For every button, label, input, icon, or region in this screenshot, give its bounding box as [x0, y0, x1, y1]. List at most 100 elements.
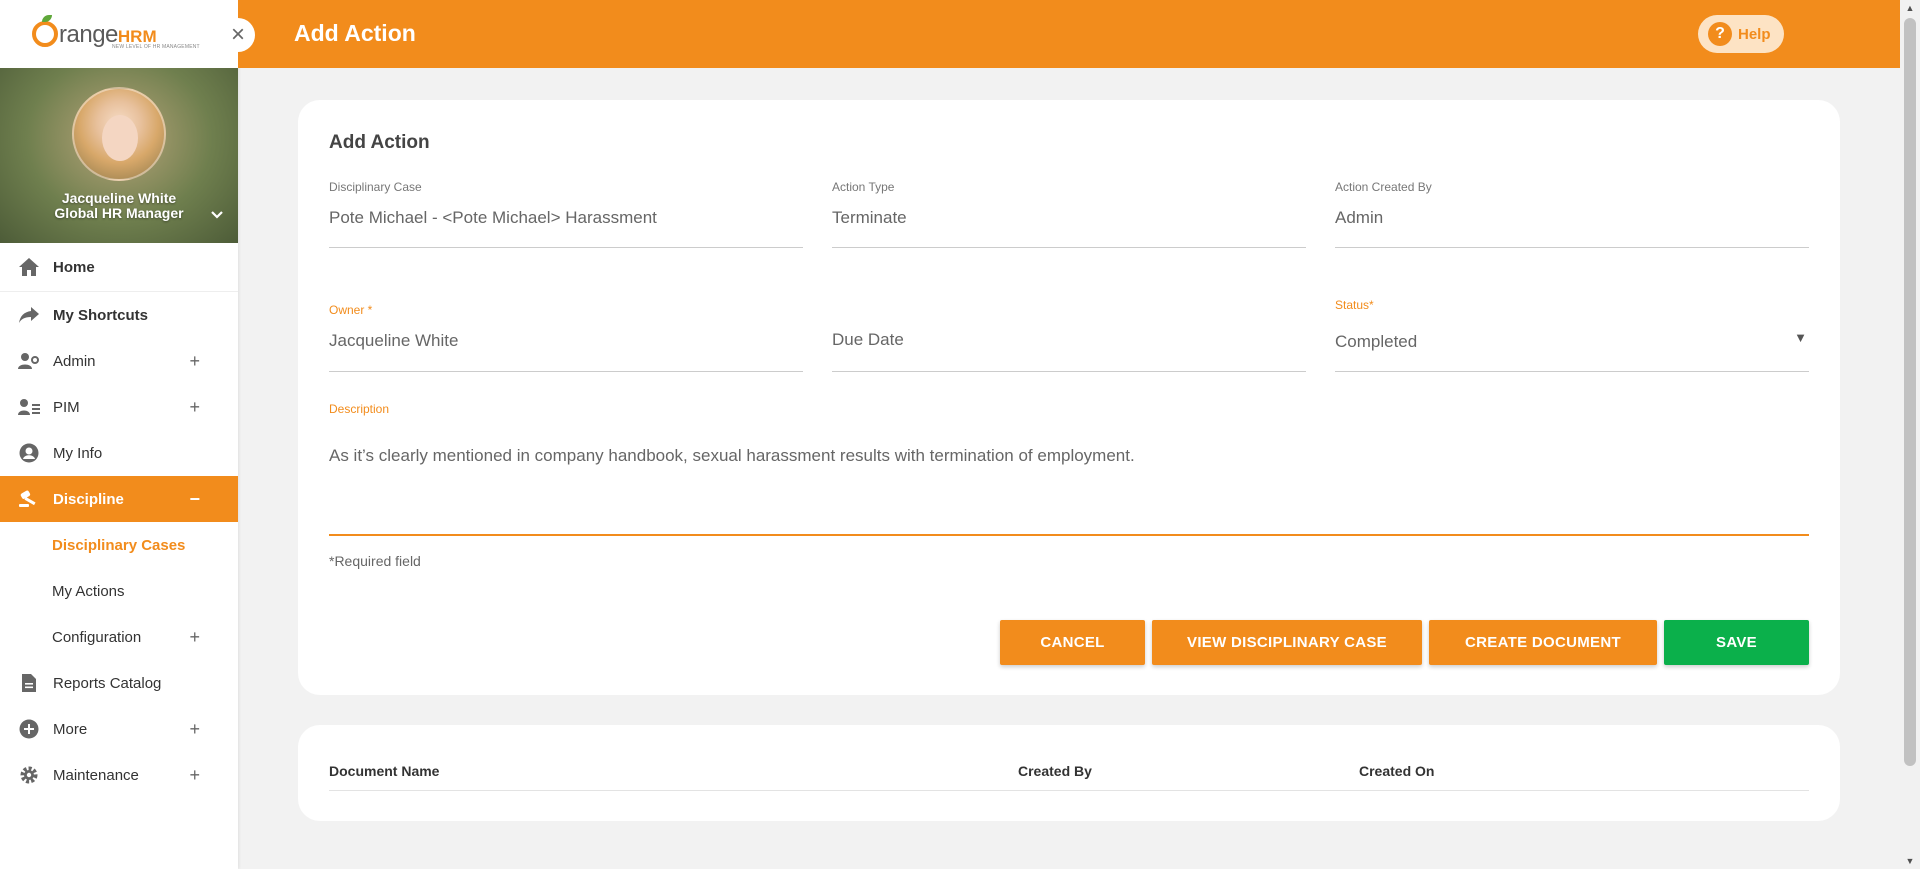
required-field-note: *Required field: [329, 553, 421, 569]
action-created-by-field[interactable]: Action Created By Admin: [1335, 180, 1809, 248]
sidebar-item-label: Maintenance: [53, 766, 139, 784]
sidebar-item-discipline[interactable]: Discipline −: [0, 476, 238, 522]
field-label: Action Created By: [1335, 180, 1432, 194]
sidebar-subitem-label: Disciplinary Cases: [52, 536, 186, 554]
sidebar-item-reports-catalog[interactable]: Reports Catalog: [0, 660, 238, 706]
sidebar-item-label: More: [53, 720, 88, 738]
table-header-divider: [329, 790, 1809, 791]
question-icon: ?: [1708, 22, 1732, 46]
field-value: Pote Michael - <Pote Michael> Harassment: [329, 208, 657, 227]
sidebar-item-label: My Shortcuts: [53, 306, 149, 324]
sidebar-item-label: Discipline: [53, 490, 124, 508]
scrollbar-thumb[interactable]: [1904, 18, 1916, 766]
field-label: Disciplinary Case: [329, 180, 422, 194]
user-circle-icon: [18, 443, 40, 463]
sidebar-item-label: Reports Catalog: [53, 674, 162, 692]
create-document-button[interactable]: CREATE DOCUMENT: [1429, 620, 1657, 665]
collapse-minus-icon[interactable]: −: [189, 489, 200, 510]
help-label: Help: [1738, 25, 1771, 43]
sidebar-subitem-disciplinary-cases[interactable]: Disciplinary Cases: [0, 522, 238, 568]
logo-text: range: [59, 21, 118, 48]
expand-plus-icon[interactable]: +: [189, 765, 200, 786]
field-label: Status*: [1335, 298, 1374, 312]
description-textarea[interactable]: As it’s clearly mentioned in company han…: [329, 446, 1135, 466]
profile-name: Jacqueline White: [61, 190, 177, 206]
main-nav: Home My Shortcuts Admin + PIM + My Info …: [0, 243, 238, 798]
cancel-button[interactable]: CANCEL: [1000, 620, 1145, 665]
description-label: Description: [329, 402, 390, 416]
close-icon: ×: [230, 21, 245, 48]
expand-plus-icon[interactable]: +: [189, 351, 200, 372]
user-list-icon: [18, 398, 40, 416]
sidebar-item-more[interactable]: More +: [0, 706, 238, 752]
sidebar-subitem-configuration[interactable]: Configuration +: [0, 614, 238, 660]
document-icon: [18, 673, 40, 693]
home-icon: [18, 257, 40, 277]
status-select[interactable]: Status* Completed ▼: [1335, 298, 1809, 372]
field-underline: [832, 371, 1306, 372]
collapse-sidebar-button[interactable]: ×: [221, 18, 255, 52]
logo-area: range HRM NEW LEVEL OF HR MANAGEMENT ×: [0, 0, 255, 68]
sidebar-item-label: Admin: [53, 352, 96, 370]
field-placeholder: Due Date: [832, 330, 904, 349]
profile-role: Global HR Manager: [54, 205, 184, 221]
vertical-scrollbar[interactable]: ▲ ▼: [1900, 0, 1920, 869]
chevron-down-icon[interactable]: [210, 207, 224, 225]
field-value: Completed: [1335, 332, 1418, 351]
expand-plus-icon[interactable]: +: [189, 627, 200, 648]
column-header-created-on[interactable]: Created On: [1359, 763, 1434, 779]
add-action-form: Add Action Disciplinary Case Pote Michae…: [298, 100, 1840, 695]
sidebar-item-maintenance[interactable]: Maintenance +: [0, 752, 238, 798]
owner-field[interactable]: Owner * Jacqueline White: [329, 303, 803, 372]
sidebar-item-my-shortcuts[interactable]: My Shortcuts: [0, 292, 238, 338]
sidebar-subitem-label: My Actions: [52, 582, 125, 600]
field-underline: [832, 247, 1306, 248]
sidebar-item-pim[interactable]: PIM +: [0, 384, 238, 430]
documents-table: Document Name Created By Created On: [298, 725, 1840, 821]
help-button[interactable]: ? Help: [1698, 15, 1784, 53]
expand-plus-icon[interactable]: +: [189, 397, 200, 418]
field-value: Admin: [1335, 208, 1384, 227]
expand-plus-icon[interactable]: +: [189, 719, 200, 740]
profile-name-block: Jacqueline White Global HR Manager: [54, 191, 183, 221]
column-header-document-name[interactable]: Document Name: [329, 763, 439, 779]
field-underline: [329, 371, 803, 372]
scroll-up-icon[interactable]: ▲: [1900, 0, 1920, 16]
save-button[interactable]: SAVE: [1664, 620, 1809, 665]
sidebar-item-home[interactable]: Home: [0, 243, 238, 292]
field-underline: [1335, 371, 1809, 372]
scroll-down-icon[interactable]: ▼: [1900, 853, 1920, 869]
dropdown-arrow-icon[interactable]: ▼: [1794, 330, 1807, 345]
user-gear-icon: [18, 352, 40, 370]
logo-tagline: NEW LEVEL OF HR MANAGEMENT: [112, 44, 200, 50]
top-bar: Add Action ? Help: [238, 0, 1900, 68]
gavel-icon: [18, 490, 40, 508]
field-underline: [329, 247, 803, 248]
field-value: Jacqueline White: [329, 331, 459, 350]
field-underline: [1335, 247, 1809, 248]
field-label: Action Type: [832, 180, 895, 194]
field-value: Terminate: [832, 208, 907, 227]
logo-orange-icon: [32, 15, 58, 47]
disciplinary-case-field[interactable]: Disciplinary Case Pote Michael - <Pote M…: [329, 180, 803, 248]
column-header-created-by[interactable]: Created By: [1018, 763, 1092, 779]
description-underline: [329, 534, 1809, 536]
sidebar: range HRM NEW LEVEL OF HR MANAGEMENT × J…: [0, 0, 255, 869]
action-type-field[interactable]: Action Type Terminate: [832, 180, 1306, 248]
sidebar-item-admin[interactable]: Admin +: [0, 338, 238, 384]
view-disciplinary-case-button[interactable]: VIEW DISCIPLINARY CASE: [1152, 620, 1422, 665]
sidebar-subitem-my-actions[interactable]: My Actions: [0, 568, 238, 614]
sidebar-item-my-info[interactable]: My Info: [0, 430, 238, 476]
sidebar-item-label: PIM: [53, 398, 80, 416]
sidebar-item-label: My Info: [53, 444, 103, 462]
page-title: Add Action: [294, 20, 416, 46]
share-arrow-icon: [18, 306, 40, 324]
sidebar-subitem-label: Configuration: [52, 628, 142, 646]
sidebar-item-label: Home: [53, 258, 95, 276]
gear-icon: [18, 765, 40, 785]
avatar: [72, 87, 166, 181]
profile-panel[interactable]: Jacqueline White Global HR Manager: [0, 68, 238, 243]
plus-circle-icon: [18, 719, 40, 739]
field-label: Owner *: [329, 303, 373, 317]
form-title: Add Action: [329, 132, 430, 153]
